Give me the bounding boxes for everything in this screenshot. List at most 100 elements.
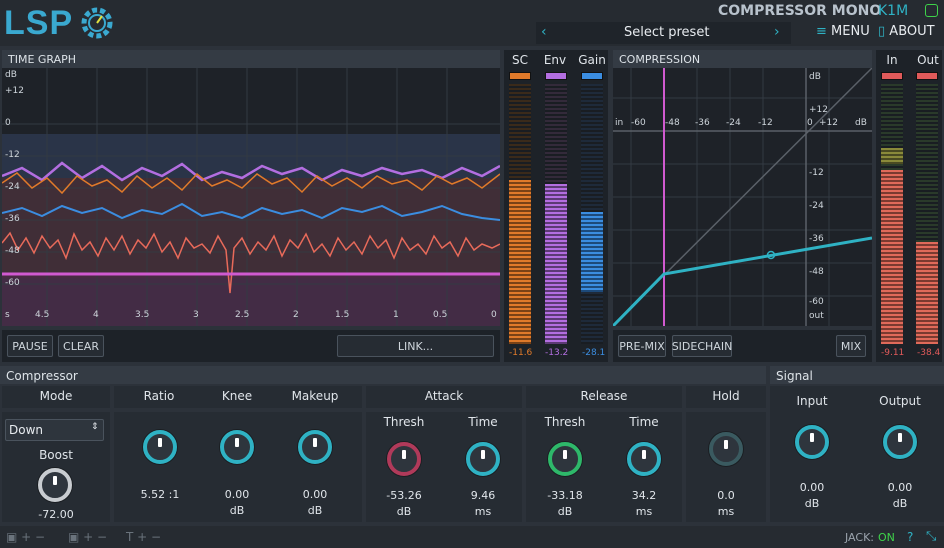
makeup-knob[interactable]	[298, 430, 332, 464]
boost-label: Boost	[39, 448, 73, 462]
makeup-unit: dB	[307, 504, 323, 517]
time-label: 1.5	[335, 310, 350, 320]
makeup-label: Makeup	[291, 389, 339, 403]
mode-label: Mode	[39, 389, 73, 403]
ratio-knob[interactable]	[143, 430, 177, 464]
time-graph-header: TIME GRAPH	[2, 50, 500, 68]
comp-y-label: -48	[809, 267, 824, 277]
lsp-logo[interactable]: LSP	[4, 4, 73, 43]
in-meter-label: In	[886, 53, 898, 67]
footer-window-icon[interactable]: ▣ + −	[6, 530, 45, 544]
time-graph-title: TIME GRAPH	[8, 53, 77, 66]
time-label: s	[5, 310, 10, 320]
out-meter-value: -38.4	[917, 348, 941, 358]
env-meter-label: Env	[543, 53, 567, 67]
preset-label[interactable]: Select preset	[624, 25, 709, 40]
sidechain-button[interactable]: SIDECHAIN	[672, 335, 732, 357]
hold-knob[interactable]	[709, 432, 743, 466]
output-label: Output	[879, 394, 921, 408]
env-meter-color	[545, 72, 567, 80]
menu-label: MENU	[831, 24, 870, 39]
comp-y-label: +12	[809, 105, 828, 115]
compression-canvas	[613, 68, 872, 326]
attack-thresh-unit: dB	[396, 505, 412, 518]
compression-curve	[613, 236, 872, 326]
mode-value: Down	[9, 423, 44, 437]
clear-button[interactable]: CLEAR	[58, 335, 104, 357]
release-thresh-unit: dB	[557, 505, 573, 518]
knee-knob[interactable]	[220, 430, 254, 464]
k1m-badge[interactable]: K1M	[878, 3, 908, 19]
mix-button[interactable]: MIX	[836, 335, 866, 357]
env-meter-value: -13.2	[545, 348, 569, 358]
in-meter-peak	[881, 148, 903, 164]
attack-label: Attack	[424, 389, 464, 403]
boost-knob[interactable]	[38, 468, 72, 502]
footer-text-icon[interactable]: T + −	[126, 530, 161, 544]
compressor-header: Compressor	[0, 366, 766, 384]
jack-status: ON	[878, 531, 895, 544]
help-icon[interactable]: ?	[907, 530, 913, 544]
out-meter-fill	[916, 242, 938, 344]
db-label: -60	[5, 278, 20, 288]
ratio-label: Ratio	[143, 389, 175, 403]
comp-x-label: 0	[807, 118, 813, 128]
db-label: -12	[5, 150, 20, 160]
time-label: 0.5	[433, 310, 448, 320]
attack-thresh-knob[interactable]	[387, 442, 421, 476]
link-button[interactable]: LINK...	[337, 335, 494, 357]
attack-thresh-value: -53.26	[386, 489, 422, 502]
release-time-knob[interactable]	[627, 442, 661, 476]
release-time-value: 34.2	[631, 489, 657, 502]
resize-icon[interactable]: ⤡	[926, 529, 936, 544]
sc-meter-label: SC	[512, 53, 528, 67]
signal-title: Signal	[776, 369, 813, 383]
input-knob[interactable]	[795, 425, 829, 459]
release-label: Release	[580, 389, 628, 403]
knee-label: Knee	[221, 389, 253, 403]
about-button[interactable]: ▯ ABOUT	[878, 24, 935, 39]
footer-layout-icon[interactable]: ▣ + −	[68, 530, 107, 544]
comp-x-label: -60	[631, 118, 646, 128]
gain-meter-value: -28.1	[582, 348, 606, 358]
comp-x-label: -12	[758, 118, 773, 128]
pre-mix-button[interactable]: PRE-MIX	[618, 335, 666, 357]
about-icon: ▯	[878, 24, 886, 39]
menu-button[interactable]: ≡ MENU	[816, 24, 870, 39]
boost-value: -72.00	[38, 508, 74, 521]
comp-x-label: -36	[695, 118, 710, 128]
out-meter-label: Out	[917, 53, 939, 67]
output-unit: dB	[892, 497, 908, 510]
hold-label: Hold	[712, 389, 740, 403]
input-label: Input	[796, 394, 828, 408]
dropdown-arrow-icon: ⇕	[91, 422, 99, 432]
input-value: 0.00	[799, 481, 825, 494]
output-value: 0.00	[887, 481, 913, 494]
db-label: -24	[5, 182, 20, 192]
attack-thresh-label: Thresh	[383, 415, 425, 429]
time-label: 0	[491, 310, 497, 320]
compression-header: COMPRESSION	[613, 50, 872, 68]
jack-label: JACK:	[845, 531, 874, 544]
hold-unit: ms	[717, 505, 735, 518]
release-time-unit: ms	[635, 505, 653, 518]
out-meter-color	[916, 72, 938, 80]
pause-button[interactable]: PAUSE	[7, 335, 53, 357]
comp-x-label: -24	[726, 118, 741, 128]
release-thresh-knob[interactable]	[548, 442, 582, 476]
makeup-value: 0.00	[302, 488, 328, 501]
gain-meter-label: Gain	[578, 53, 606, 67]
gain-meter-color	[581, 72, 603, 80]
prev-preset-icon[interactable]: ‹	[541, 24, 547, 40]
output-knob[interactable]	[883, 425, 917, 459]
comp-x-label: dB	[855, 118, 867, 128]
next-preset-icon[interactable]: ›	[774, 24, 780, 40]
time-label: 3	[193, 310, 199, 320]
attack-time-knob[interactable]	[466, 442, 500, 476]
db-label: -36	[5, 214, 20, 224]
release-thresh-value: -33.18	[547, 489, 583, 502]
time-label: 3.5	[135, 310, 150, 320]
in-meter-fill	[881, 170, 903, 344]
power-icon[interactable]	[925, 4, 938, 17]
compression-graph: in -60 -48 -36 -24 -12 0 +12 dB dB +12 -…	[613, 68, 872, 326]
